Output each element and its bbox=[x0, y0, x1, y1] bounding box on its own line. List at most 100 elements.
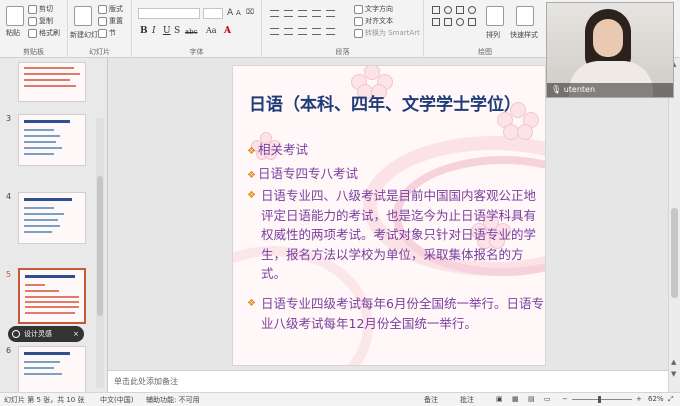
font-size-combo[interactable] bbox=[203, 8, 223, 19]
paragraph-label: 段落 bbox=[335, 48, 350, 56]
star-shape-icon[interactable] bbox=[468, 18, 476, 26]
fit-slide-icon[interactable]: ⤢ bbox=[668, 395, 674, 404]
quick-styles-icon[interactable] bbox=[516, 6, 534, 26]
section-button[interactable]: 节 bbox=[98, 28, 116, 38]
slide-thumbnail-6[interactable] bbox=[18, 346, 86, 392]
square-shape-icon[interactable] bbox=[432, 18, 440, 26]
font-name-combo[interactable] bbox=[138, 8, 200, 19]
slide-thumbnail-5[interactable] bbox=[18, 268, 86, 324]
notes-pane[interactable]: 单击此处添加备注 bbox=[108, 370, 668, 392]
line-spacing-icon[interactable] bbox=[326, 10, 335, 17]
thumb-line bbox=[25, 312, 75, 314]
slide-thumbnail-2[interactable] bbox=[18, 62, 86, 102]
webcam-overlay: 🎙 utenten bbox=[546, 2, 674, 98]
accessibility-status[interactable]: 辅助功能: 不可用 bbox=[146, 395, 200, 405]
paste-icon[interactable] bbox=[6, 6, 24, 26]
shadow-button[interactable]: S bbox=[174, 26, 180, 36]
thumb-line bbox=[25, 306, 79, 308]
arrow-shape-icon[interactable] bbox=[444, 18, 452, 26]
paragraph-group: 文字方向 对齐文本 转换为 SmartArt 段落 bbox=[262, 0, 424, 58]
rectangle-shape-icon[interactable] bbox=[432, 6, 440, 14]
close-icon[interactable]: × bbox=[73, 326, 79, 342]
thumbnails-scroll-thumb[interactable] bbox=[97, 176, 103, 316]
notes-button[interactable]: 备注 bbox=[424, 395, 438, 405]
bullet-icon: ❖ bbox=[247, 298, 256, 309]
numbering-icon[interactable] bbox=[284, 10, 293, 17]
thumb-line bbox=[24, 153, 54, 155]
thumb-title bbox=[24, 352, 70, 355]
align-right-icon[interactable] bbox=[298, 28, 307, 35]
justify-icon[interactable] bbox=[312, 28, 321, 35]
reset-button[interactable]: 重置 bbox=[98, 16, 123, 26]
bullet-related-exams[interactable]: ❖ 相关考试 bbox=[247, 140, 308, 162]
columns-icon[interactable] bbox=[326, 28, 335, 35]
slide-number-4: 4 bbox=[6, 192, 12, 201]
copy-button[interactable]: 复制 bbox=[28, 16, 53, 26]
next-slide-icon[interactable]: ▼ bbox=[671, 370, 676, 378]
slide-number-5: 5 bbox=[6, 270, 12, 279]
design-ideas-popup[interactable]: 设计灵感 × bbox=[8, 326, 84, 342]
scissors-icon bbox=[28, 4, 37, 14]
change-case-button[interactable]: Aa bbox=[206, 26, 217, 35]
bullet-tem-exams[interactable]: ❖ 日语专四专八考试 bbox=[247, 164, 358, 186]
decrease-indent-icon[interactable] bbox=[298, 10, 307, 17]
shrink-font-button[interactable]: A bbox=[236, 9, 241, 17]
smartart-button[interactable]: 转换为 SmartArt bbox=[354, 28, 420, 38]
align-left-icon[interactable] bbox=[270, 28, 279, 35]
align-center-icon[interactable] bbox=[284, 28, 293, 35]
cut-button[interactable]: 剪切 bbox=[28, 4, 53, 14]
arrange-icon[interactable] bbox=[486, 6, 504, 26]
slides-label: 幻灯片 bbox=[89, 48, 110, 56]
slideshow-icon[interactable]: ▭ bbox=[544, 395, 551, 403]
thumb-line bbox=[24, 73, 80, 75]
zoom-slider[interactable] bbox=[572, 399, 632, 400]
previous-slide-icon[interactable]: ▲ bbox=[671, 358, 676, 366]
text-direction-button[interactable]: 文字方向 bbox=[354, 4, 393, 14]
underline-button[interactable]: U bbox=[163, 26, 171, 36]
textbox-shape-icon[interactable] bbox=[456, 6, 464, 14]
slide-number-6: 6 bbox=[6, 346, 12, 355]
grow-font-button[interactable]: A bbox=[227, 8, 233, 18]
increase-indent-icon[interactable] bbox=[312, 10, 321, 17]
language-status[interactable]: 中文(中国) bbox=[100, 395, 133, 405]
strikethrough-button[interactable]: abc bbox=[185, 28, 198, 36]
align-text-button[interactable]: 对齐文本 bbox=[354, 16, 393, 26]
slide-sorter-icon[interactable]: ▦ bbox=[512, 395, 519, 403]
slide-thumbnail-3[interactable] bbox=[18, 114, 86, 166]
zoom-slider-handle[interactable] bbox=[598, 396, 601, 403]
layout-button[interactable]: 版式 bbox=[98, 4, 123, 14]
slide-vertical-scrollbar[interactable]: ▲ ▲ ▼ bbox=[668, 58, 680, 392]
format-painter-button[interactable]: 格式刷 bbox=[28, 28, 60, 38]
exam-schedule-paragraph[interactable]: 日语专业四级考试每年6月份全国统一举行。日语专业八级考试每年12月份全国统一举行… bbox=[261, 294, 545, 333]
slide-title[interactable]: 日语（本科、四年、文学学士学位） bbox=[249, 90, 521, 115]
bold-button[interactable]: B bbox=[140, 26, 148, 36]
paste-button[interactable]: 粘贴 bbox=[6, 28, 20, 38]
reset-icon bbox=[98, 16, 107, 26]
smiley-shape-icon[interactable] bbox=[456, 18, 464, 26]
exam-description-paragraph[interactable]: 日语专业四、八级考试是目前中国国内客观公正地评定日语能力的考试，也是迄今为止日语… bbox=[261, 186, 545, 284]
arrange-button[interactable]: 排列 bbox=[486, 30, 500, 40]
new-slide-icon[interactable] bbox=[74, 6, 92, 26]
thumb-line bbox=[24, 367, 54, 369]
oval-shape-icon[interactable] bbox=[444, 6, 452, 14]
smartart-icon bbox=[354, 28, 363, 38]
slide-scroll-thumb[interactable] bbox=[671, 208, 678, 298]
slide-thumbnail-4[interactable] bbox=[18, 192, 86, 244]
thumb-title bbox=[25, 275, 75, 278]
zoom-out-icon[interactable]: − bbox=[562, 395, 568, 403]
comments-button[interactable]: 批注 bbox=[460, 395, 474, 405]
bullets-icon[interactable] bbox=[270, 10, 279, 17]
status-bar: 幻灯片 第 5 张，共 10 张 中文(中国) 辅助功能: 不可用 备注 批注 … bbox=[0, 392, 680, 406]
circle-shape-icon[interactable] bbox=[468, 6, 476, 14]
quick-styles-button[interactable]: 快速样式 bbox=[510, 30, 538, 40]
current-slide[interactable]: 日语（本科、四年、文学学士学位） ❖ 相关考试 ❖ 日语专四专八考试 ❖ 日语专业四… bbox=[232, 65, 546, 366]
italic-button[interactable]: I bbox=[152, 26, 156, 36]
zoom-in-icon[interactable]: + bbox=[636, 395, 642, 403]
clear-format-icon[interactable]: ⌧ bbox=[246, 8, 254, 16]
normal-view-icon[interactable]: ▣ bbox=[496, 395, 503, 403]
zoom-level[interactable]: 62% bbox=[648, 395, 664, 403]
reading-view-icon[interactable]: ▤ bbox=[528, 395, 535, 403]
thumbnails-scrollbar[interactable] bbox=[96, 118, 104, 388]
thumb-line bbox=[24, 207, 54, 209]
font-color-button[interactable]: A bbox=[224, 26, 231, 36]
